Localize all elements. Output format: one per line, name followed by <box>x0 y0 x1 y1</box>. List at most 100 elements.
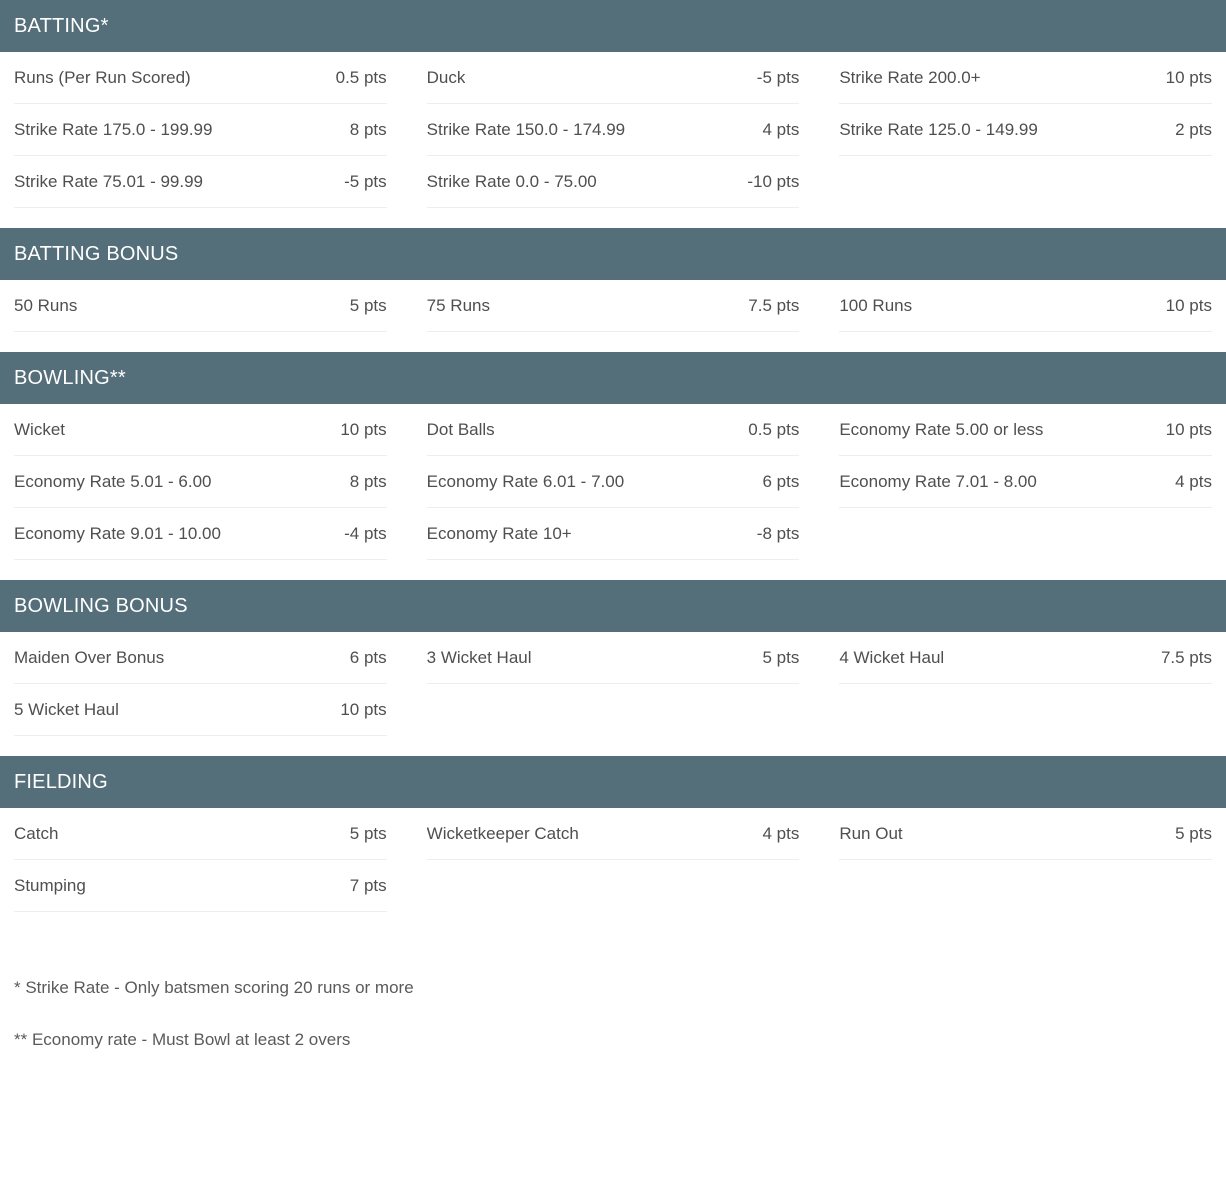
section-bowling: BOWLING** Wicket 10 pts Dot Balls 0.5 pts Eco… <box>0 352 1226 580</box>
rule-row: 50 Runs 5 pts <box>14 280 387 332</box>
footnotes: * Strike Rate - Only batsmen scoring 20 … <box>0 932 1226 1071</box>
section-header-bowling: BOWLING** <box>0 352 1226 404</box>
rule-row: Strike Rate 175.0 - 199.99 8 pts <box>14 104 387 156</box>
rules-grid: 50 Runs 5 pts 75 Runs 7.5 pts 100 Runs 10 pts <box>8 280 1218 332</box>
rule-row: Economy Rate 10+ -8 pts <box>426 508 800 560</box>
section-body-batting-bonus: 50 Runs 5 pts 75 Runs 7.5 pts 100 Runs 10 pts <box>0 280 1226 332</box>
rule-row: Runs (Per Run Scored) 0.5 pts <box>14 52 387 104</box>
rule-label: 100 Runs <box>839 295 913 315</box>
rule-row: Economy Rate 5.00 or less 10 pts <box>839 404 1212 456</box>
rule-label: Wicketkeeper Catch <box>426 823 579 843</box>
rule-points: 7.5 pts <box>748 295 800 315</box>
rule-label: Catch <box>14 823 59 843</box>
rule-label: Duck <box>426 67 466 87</box>
rule-label: Economy Rate 5.01 - 6.00 <box>14 471 212 491</box>
rule-points: 8 pts <box>349 471 387 491</box>
rule-points: 5 pts <box>349 295 387 315</box>
rule-row: Wicketkeeper Catch 4 pts <box>426 808 800 860</box>
rule-points: 5 pts <box>762 647 800 667</box>
section-body-batting: Runs (Per Run Scored) 0.5 pts Duck -5 pts St… <box>0 52 1226 208</box>
rule-row: 4 Wicket Haul 7.5 pts <box>839 632 1212 684</box>
rule-points: -10 pts <box>747 171 800 191</box>
rule-points: 0.5 pts <box>335 67 387 87</box>
rule-label: Strike Rate 125.0 - 149.99 <box>839 119 1038 139</box>
rule-row: Catch 5 pts <box>14 808 387 860</box>
section-title: BOWLING** <box>14 367 126 389</box>
section-title: FIELDING <box>14 771 108 793</box>
rule-label: 75 Runs <box>426 295 490 315</box>
rule-label: Wicket <box>14 419 65 439</box>
rules-grid: Maiden Over Bonus 6 pts 3 Wicket Haul 5 pts… <box>8 632 1218 736</box>
rule-points: 10 pts <box>1165 295 1212 315</box>
rules-grid: Wicket 10 pts Dot Balls 0.5 pts Economy Rate… <box>8 404 1218 560</box>
rule-points: 0.5 pts <box>748 419 800 439</box>
rules-grid: Runs (Per Run Scored) 0.5 pts Duck -5 pts St… <box>8 52 1218 208</box>
section-header-bowling-bonus: BOWLING BONUS <box>0 580 1226 632</box>
rule-label: Strike Rate 150.0 - 174.99 <box>426 119 626 139</box>
footnote-2: ** Economy rate - Must Bowl at least 2 o… <box>14 1030 351 1050</box>
rule-points: -4 pts <box>344 523 387 543</box>
rule-row: Strike Rate 75.01 - 99.99 -5 pts <box>14 156 387 208</box>
rule-row: Strike Rate 125.0 - 149.99 2 pts <box>839 104 1212 156</box>
rule-points: 10 pts <box>1165 419 1212 439</box>
section-body-bowling: Wicket 10 pts Dot Balls 0.5 pts Economy Rate… <box>0 404 1226 560</box>
rule-points: 8 pts <box>349 119 387 139</box>
rule-row: Wicket 10 pts <box>14 404 387 456</box>
rule-label: Strike Rate 75.01 - 99.99 <box>14 171 204 191</box>
rule-row: 5 Wicket Haul 10 pts <box>14 684 387 736</box>
rule-row: 100 Runs 10 pts <box>839 280 1212 332</box>
rule-row-empty <box>427 860 800 912</box>
rule-row: Run Out 5 pts <box>839 808 1212 860</box>
section-batting-bonus: BATTING BONUS 50 Runs 5 pts 75 Runs 7.5 pts 1… <box>0 228 1226 352</box>
rule-row-empty <box>839 508 1212 560</box>
rule-points: 5 pts <box>1175 823 1212 843</box>
rule-row: Stumping 7 pts <box>14 860 387 912</box>
rule-label: Economy Rate 10+ <box>426 523 572 543</box>
rule-row: Economy Rate 7.01 - 8.00 4 pts <box>839 456 1212 508</box>
section-header-batting-bonus: BATTING BONUS <box>0 228 1226 280</box>
rule-points: 10 pts <box>1165 67 1212 87</box>
section-bowling-bonus: BOWLING BONUS Maiden Over Bonus 6 pts 3 Wic… <box>0 580 1226 756</box>
rule-row: Economy Rate 9.01 - 10.00 -4 pts <box>14 508 387 560</box>
rule-row-empty <box>427 684 800 736</box>
section-title: BATTING* <box>14 15 109 37</box>
section-batting: BATTING* Runs (Per Run Scored) 0.5 pts Duck… <box>0 0 1226 228</box>
section-header-fielding: FIELDING <box>0 756 1226 808</box>
section-body-fielding: Catch 5 pts Wicketkeeper Catch 4 pts Run Out… <box>0 808 1226 912</box>
rule-row-empty <box>839 156 1212 208</box>
rule-points: 6 pts <box>762 471 800 491</box>
rule-points: 7.5 pts <box>1160 647 1212 667</box>
rule-label: Economy Rate 7.01 - 8.00 <box>839 471 1037 491</box>
rule-row: Maiden Over Bonus 6 pts <box>14 632 387 684</box>
rule-label: Dot Balls <box>426 419 495 439</box>
rule-points: 4 pts <box>1175 471 1212 491</box>
rule-label: Run Out <box>839 823 903 843</box>
scoring-rules-page: BATTING* Runs (Per Run Scored) 0.5 pts Duck… <box>0 0 1226 1071</box>
rule-row-empty <box>839 860 1212 912</box>
rule-points: 4 pts <box>762 823 800 843</box>
rule-row: Economy Rate 5.01 - 6.00 8 pts <box>14 456 387 508</box>
section-title: BOWLING BONUS <box>14 595 188 617</box>
rule-points: -8 pts <box>756 523 800 543</box>
rule-row: 75 Runs 7.5 pts <box>426 280 800 332</box>
rule-points: -5 pts <box>756 67 800 87</box>
footnote-1: * Strike Rate - Only batsmen scoring 20 … <box>14 978 414 997</box>
rule-label: Economy Rate 6.01 - 7.00 <box>426 471 625 491</box>
rule-label: Maiden Over Bonus <box>14 647 165 667</box>
rule-label: Strike Rate 0.0 - 75.00 <box>426 171 597 191</box>
rule-label: Runs (Per Run Scored) <box>14 67 191 87</box>
rule-points: -5 pts <box>344 171 387 191</box>
rule-points: 2 pts <box>1175 119 1212 139</box>
rule-row: Strike Rate 0.0 - 75.00 -10 pts <box>426 156 800 208</box>
section-fielding: FIELDING Catch 5 pts Wicketkeeper Catch 4 pt… <box>0 756 1226 932</box>
rule-row: Duck -5 pts <box>426 52 800 104</box>
rule-label: Economy Rate 9.01 - 10.00 <box>14 523 221 543</box>
rule-label: 3 Wicket Haul <box>426 647 532 667</box>
section-header-batting: BATTING* <box>0 0 1226 52</box>
rule-row-empty <box>839 684 1212 736</box>
